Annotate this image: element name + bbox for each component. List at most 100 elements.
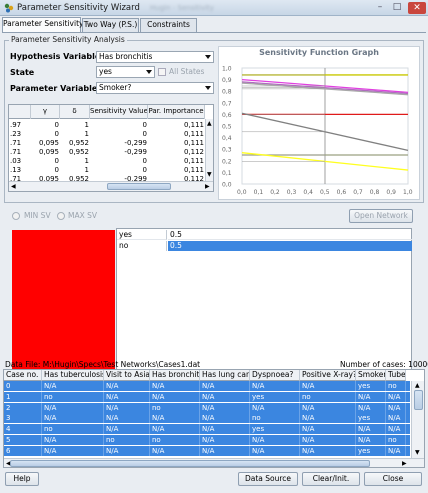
sensitivity-header-cell[interactable]: Par. Importance <box>148 105 205 119</box>
case-row[interactable]: 6 N/A N/A N/A N/A N/A N/A yes N/A <box>4 445 410 456</box>
case-cell: N/A <box>104 424 150 435</box>
close-window-button[interactable]: ✕ <box>408 2 426 14</box>
case-cell: yes <box>250 391 300 402</box>
state-value: yes <box>99 67 112 76</box>
state-label: State <box>10 68 35 77</box>
min-sv-label: MIN SV <box>24 211 51 220</box>
close-button[interactable]: Close <box>364 472 422 486</box>
scroll-down-icon[interactable]: ▼ <box>415 449 420 456</box>
case-row[interactable]: 3 N/A N/A N/A N/A no N/A yes N/A <box>4 413 410 424</box>
scroll-right-icon[interactable]: ▶ <box>205 183 210 190</box>
cases-header-cell[interactable]: Has lung cancer <box>200 370 250 381</box>
scroll-up-icon[interactable]: ▲ <box>415 382 420 389</box>
max-sv-label: MAX SV <box>68 211 98 220</box>
case-row[interactable]: 4 no N/A N/A N/A yes N/A N/A N/A <box>4 424 410 435</box>
state-value-cell[interactable]: 0.5 <box>168 230 412 240</box>
case-cell: N/A <box>42 402 104 413</box>
y-tick-label: 0,4 <box>222 135 232 142</box>
cases-table: Case no. Has tuberculosis Visit to Asia? Ha… <box>3 369 425 468</box>
cases-header-cell[interactable]: Visit to Asia? <box>104 370 150 381</box>
cases-header-cell[interactable]: Dyspnoea? <box>250 370 300 381</box>
case-cell: N/A <box>386 391 406 402</box>
help-button[interactable]: Help <box>5 472 39 486</box>
open-network-button[interactable]: Open Network <box>349 209 413 223</box>
scroll-up-icon[interactable]: ▲ <box>207 120 212 127</box>
y-tick-label: 0,2 <box>222 158 232 165</box>
sensitivity-header-cell[interactable]: δ <box>60 105 90 119</box>
chevron-down-icon <box>205 86 211 90</box>
x-tick-label: 0,6 <box>337 189 347 196</box>
sensitivity-table: γ δ Sensitivity Value Par. Importance .9… <box>8 104 214 192</box>
case-cell: N/A <box>104 391 150 402</box>
state-select[interactable]: yes <box>96 66 155 78</box>
max-sv-radio[interactable] <box>57 212 65 220</box>
sensitivity-horizontal-scrollbar[interactable]: ◀ ▶ <box>9 181 213 191</box>
case-cell: N/A <box>150 445 200 456</box>
case-cell: N/A <box>42 413 104 424</box>
state-value-cell-selected[interactable]: 0.5 <box>168 241 412 251</box>
maximize-button[interactable]: □ <box>389 2 405 14</box>
cases-horizontal-scrollbar[interactable]: ◀ ▶ <box>4 458 424 467</box>
case-cell: N/A <box>386 402 406 413</box>
y-tick-label: 0,5 <box>222 124 232 131</box>
cases-header-cell[interactable]: Tube <box>386 370 406 381</box>
case-cell: N/A <box>104 413 150 424</box>
case-cell: N/A <box>150 413 200 424</box>
case-cell: N/A <box>200 424 250 435</box>
cases-header-cell[interactable]: Has bronchitis <box>150 370 200 381</box>
y-tick-label: 0,0 <box>222 182 232 189</box>
sensitivity-header-cell[interactable]: Sensitivity Value <box>90 105 148 119</box>
number-of-cases: Number of cases: 10000 <box>340 360 428 369</box>
case-cell: yes <box>356 381 386 391</box>
y-tick-label: 0,6 <box>222 112 232 119</box>
case-row[interactable]: 0 N/A N/A N/A N/A N/A N/A yes no <box>4 381 410 391</box>
cases-horizontal-scroll-thumb[interactable] <box>10 460 370 467</box>
case-cell: N/A <box>250 435 300 445</box>
x-tick-label: 0,7 <box>353 189 363 196</box>
sensitivity-header-cell[interactable]: γ <box>31 105 60 119</box>
case-cell: N/A <box>386 424 406 435</box>
clear-init-button[interactable]: Clear/Init. <box>302 472 360 486</box>
tab-two-way[interactable]: Two Way (P.S.) <box>82 18 139 32</box>
case-cell: N/A <box>200 435 250 445</box>
sensitivity-header-cell[interactable] <box>9 105 31 119</box>
case-cell: yes <box>356 413 386 424</box>
case-row[interactable]: 5 N/A no no N/A N/A N/A N/A no <box>4 435 410 445</box>
tab-constraints[interactable]: Constraints <box>140 18 197 32</box>
cases-vertical-scrollbar[interactable]: ▲ ▼ <box>411 381 424 458</box>
scroll-right-icon[interactable]: ▶ <box>402 460 407 467</box>
data-source-button[interactable]: Data Source <box>238 472 298 486</box>
case-cell: N/A <box>356 435 386 445</box>
x-tick-label: 0,5 <box>320 189 330 196</box>
case-cell: N/A <box>200 413 250 424</box>
case-cell: no <box>250 413 300 424</box>
min-sv-radio[interactable] <box>12 212 20 220</box>
scroll-left-icon[interactable]: ◀ <box>11 183 16 190</box>
cases-header-cell[interactable]: Positive X-ray? <box>300 370 356 381</box>
scroll-down-icon[interactable]: ▼ <box>207 171 212 178</box>
x-tick-label: 0,0 <box>237 189 247 196</box>
case-cell: N/A <box>300 381 356 391</box>
case-cell: N/A <box>42 435 104 445</box>
cases-header-cell[interactable]: Smoker? <box>356 370 386 381</box>
x-tick-label: 0,4 <box>303 189 313 196</box>
cases-header-cell[interactable]: Case no. <box>4 370 42 381</box>
y-tick-label: 0,9 <box>222 77 232 84</box>
chevron-down-icon <box>205 55 211 59</box>
case-cell: N/A <box>356 391 386 402</box>
cases-header-cell[interactable]: Has tuberculosis <box>42 370 104 381</box>
case-cell: N/A <box>356 402 386 413</box>
case-cell: N/A <box>104 381 150 391</box>
hypothesis-variable-select[interactable]: Has bronchitis <box>96 51 214 63</box>
sensitivity-vertical-scrollbar[interactable]: ▲ ▼ <box>205 119 213 181</box>
case-cell: N/A <box>150 381 200 391</box>
parameter-variable-select[interactable]: Smoker? <box>96 82 214 94</box>
cases-vertical-scroll-thumb[interactable] <box>414 390 423 410</box>
horizontal-scroll-thumb[interactable] <box>107 183 171 190</box>
tab-parameter-sensitivity[interactable]: Parameter Sensitivity <box>2 17 83 32</box>
state-name-cell: yes <box>117 230 167 240</box>
case-row[interactable]: 1 no N/A N/A N/A yes no N/A N/A <box>4 391 410 402</box>
minimize-button[interactable]: – <box>372 2 388 14</box>
case-row[interactable]: 2 N/A N/A no N/A N/A N/A N/A N/A <box>4 402 410 413</box>
all-states-checkbox[interactable] <box>158 68 166 76</box>
